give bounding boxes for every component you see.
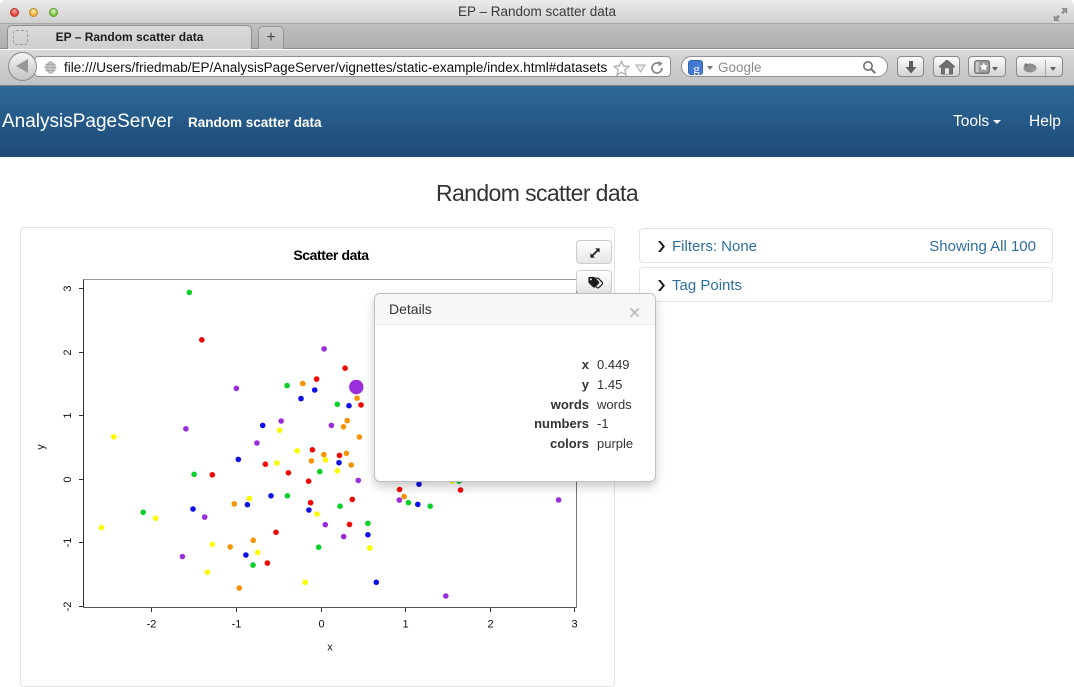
svg-text:-1: -1 — [62, 538, 74, 548]
svg-text:y: y — [35, 444, 47, 450]
svg-text:-2: -2 — [62, 602, 74, 612]
svg-text:x: x — [327, 642, 333, 654]
svg-text:3: 3 — [571, 619, 577, 631]
svg-text:1: 1 — [402, 619, 408, 631]
svg-text:0: 0 — [318, 619, 324, 631]
svg-text:0: 0 — [62, 476, 74, 482]
svg-text:2: 2 — [62, 349, 74, 355]
svg-text:1: 1 — [62, 412, 74, 418]
svg-text:3: 3 — [62, 285, 74, 291]
svg-text:-1: -1 — [232, 619, 242, 631]
svg-text:-2: -2 — [147, 619, 157, 631]
svg-text:2: 2 — [487, 619, 493, 631]
